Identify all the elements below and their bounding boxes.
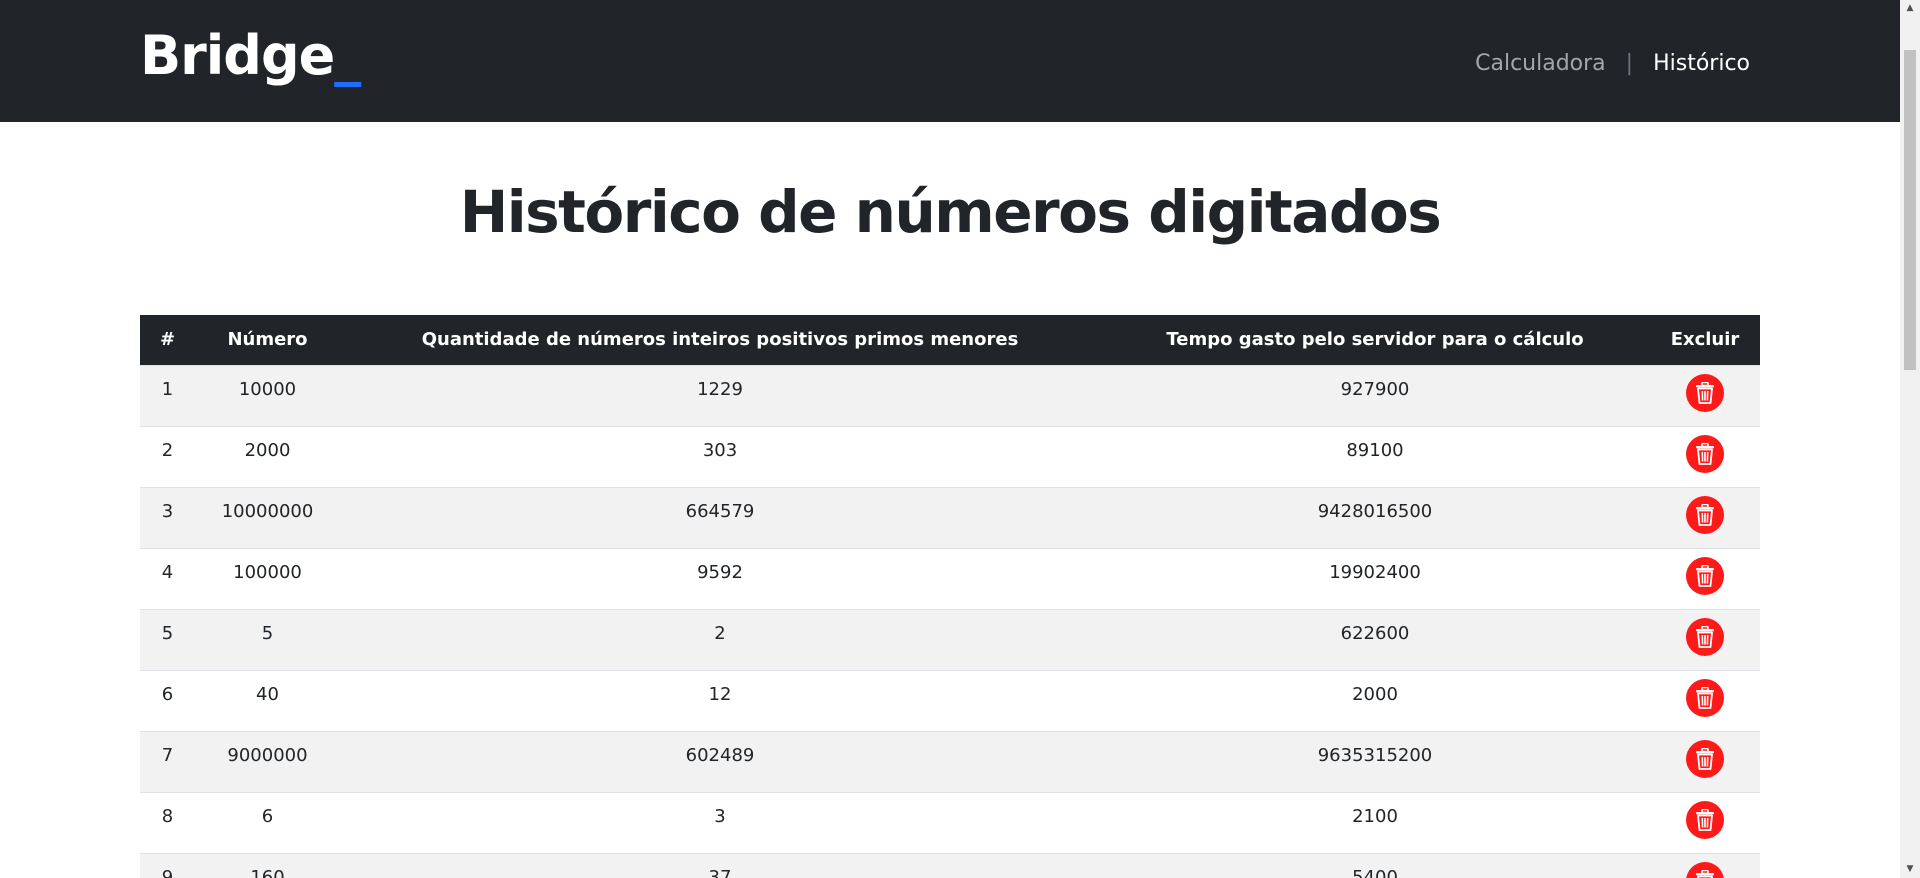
- scroll-up-icon[interactable]: ▲: [1900, 0, 1920, 17]
- brand-logo[interactable]: Bridge_: [140, 24, 361, 87]
- cell-delete: [1650, 669, 1760, 731]
- cell-primes: 1229: [340, 364, 1100, 426]
- cell-number: 40: [195, 669, 340, 731]
- cell-delete: [1650, 791, 1760, 853]
- cell-delete: [1650, 486, 1760, 548]
- cell-delete: [1650, 608, 1760, 670]
- cell-primes: 3: [340, 791, 1100, 853]
- cell-time: 622600: [1100, 608, 1650, 670]
- cell-time: 9635315200: [1100, 730, 1650, 792]
- table-row: 6 40 12 2000: [140, 669, 1760, 731]
- cell-primes: 664579: [340, 486, 1100, 548]
- brand-name: Bridge: [140, 24, 335, 87]
- cell-delete: [1650, 730, 1760, 792]
- cell-time: 2000: [1100, 669, 1650, 731]
- table-row: 9 160 37 5400: [140, 852, 1760, 878]
- nav-link-historico[interactable]: Histórico: [1653, 51, 1750, 76]
- cell-number: 5: [195, 608, 340, 670]
- cell-number: 160: [195, 852, 340, 878]
- table-row: 3 10000000 664579 9428016500: [140, 486, 1760, 548]
- header-delete: Excluir: [1650, 315, 1760, 365]
- delete-button[interactable]: [1686, 739, 1724, 778]
- nav-link-calculadora[interactable]: Calculadora: [1475, 51, 1606, 76]
- cell-time: 5400: [1100, 852, 1650, 878]
- table-row: 8 6 3 2100: [140, 791, 1760, 853]
- brand-cursor: _: [334, 24, 361, 87]
- cell-delete: [1650, 425, 1760, 487]
- cell-primes: 2: [340, 608, 1100, 670]
- table-row: 5 5 2 622600: [140, 608, 1760, 670]
- cell-primes: 303: [340, 425, 1100, 487]
- page-title: Histórico de números digitados: [459, 178, 1442, 246]
- cell-index: 7: [140, 730, 195, 792]
- cell-primes: 602489: [340, 730, 1100, 792]
- scroll-thumb[interactable]: [1904, 50, 1916, 370]
- scroll-down-icon[interactable]: ▼: [1900, 861, 1920, 878]
- table-body: 1 10000 1229 927900 2 2000 303 89100 3 10000000 66…: [140, 364, 1760, 878]
- delete-button[interactable]: [1686, 434, 1724, 473]
- cell-index: 5: [140, 608, 195, 670]
- cell-number: 10000000: [195, 486, 340, 548]
- table-header: # Número Quantidade de números inteiros …: [140, 315, 1760, 365]
- cell-delete: [1650, 852, 1760, 878]
- cell-primes: 37: [340, 852, 1100, 878]
- nav-separator: |: [1625, 50, 1634, 76]
- delete-button[interactable]: [1686, 800, 1724, 839]
- cell-number: 2000: [195, 425, 340, 487]
- cell-delete: [1650, 364, 1760, 426]
- cell-time: 2100: [1100, 791, 1650, 853]
- cell-primes: 12: [340, 669, 1100, 731]
- cell-delete: [1650, 547, 1760, 609]
- cell-index: 8: [140, 791, 195, 853]
- cell-index: 2: [140, 425, 195, 487]
- navbar: Bridge_ Calculadora | Histórico: [0, 0, 1900, 122]
- cell-primes: 9592: [340, 547, 1100, 609]
- cell-number: 100000: [195, 547, 340, 609]
- nav-links: Calculadora | Histórico: [1475, 48, 1750, 78]
- cell-time: 927900: [1100, 364, 1650, 426]
- header-index: #: [140, 315, 195, 365]
- cell-index: 1: [140, 364, 195, 426]
- header-time: Tempo gasto pelo servidor para o cálculo: [1100, 315, 1650, 365]
- history-table: # Número Quantidade de números inteiros …: [140, 315, 1760, 878]
- cell-index: 3: [140, 486, 195, 548]
- delete-button[interactable]: [1686, 678, 1724, 717]
- header-number: Número: [195, 315, 340, 365]
- cell-time: 9428016500: [1100, 486, 1650, 548]
- delete-button[interactable]: [1686, 617, 1724, 656]
- table-row: 4 100000 9592 19902400: [140, 547, 1760, 609]
- header-primes: Quantidade de números inteiros positivos…: [340, 315, 1100, 365]
- delete-button[interactable]: [1686, 373, 1724, 412]
- cell-index: 4: [140, 547, 195, 609]
- cell-index: 9: [140, 852, 195, 878]
- delete-button[interactable]: [1686, 556, 1724, 595]
- table-row: 2 2000 303 89100: [140, 425, 1760, 487]
- cell-index: 6: [140, 669, 195, 731]
- cell-time: 19902400: [1100, 547, 1650, 609]
- cell-time: 89100: [1100, 425, 1650, 487]
- cell-number: 9000000: [195, 730, 340, 792]
- table-row: 1 10000 1229 927900: [140, 364, 1760, 426]
- scrollbar[interactable]: ▲ ▼: [1900, 0, 1920, 878]
- delete-button[interactable]: [1686, 861, 1724, 878]
- delete-button[interactable]: [1686, 495, 1724, 534]
- cell-number: 10000: [195, 364, 340, 426]
- cell-number: 6: [195, 791, 340, 853]
- table-header-row: # Número Quantidade de números inteiros …: [140, 315, 1760, 365]
- table-row: 7 9000000 602489 9635315200: [140, 730, 1760, 792]
